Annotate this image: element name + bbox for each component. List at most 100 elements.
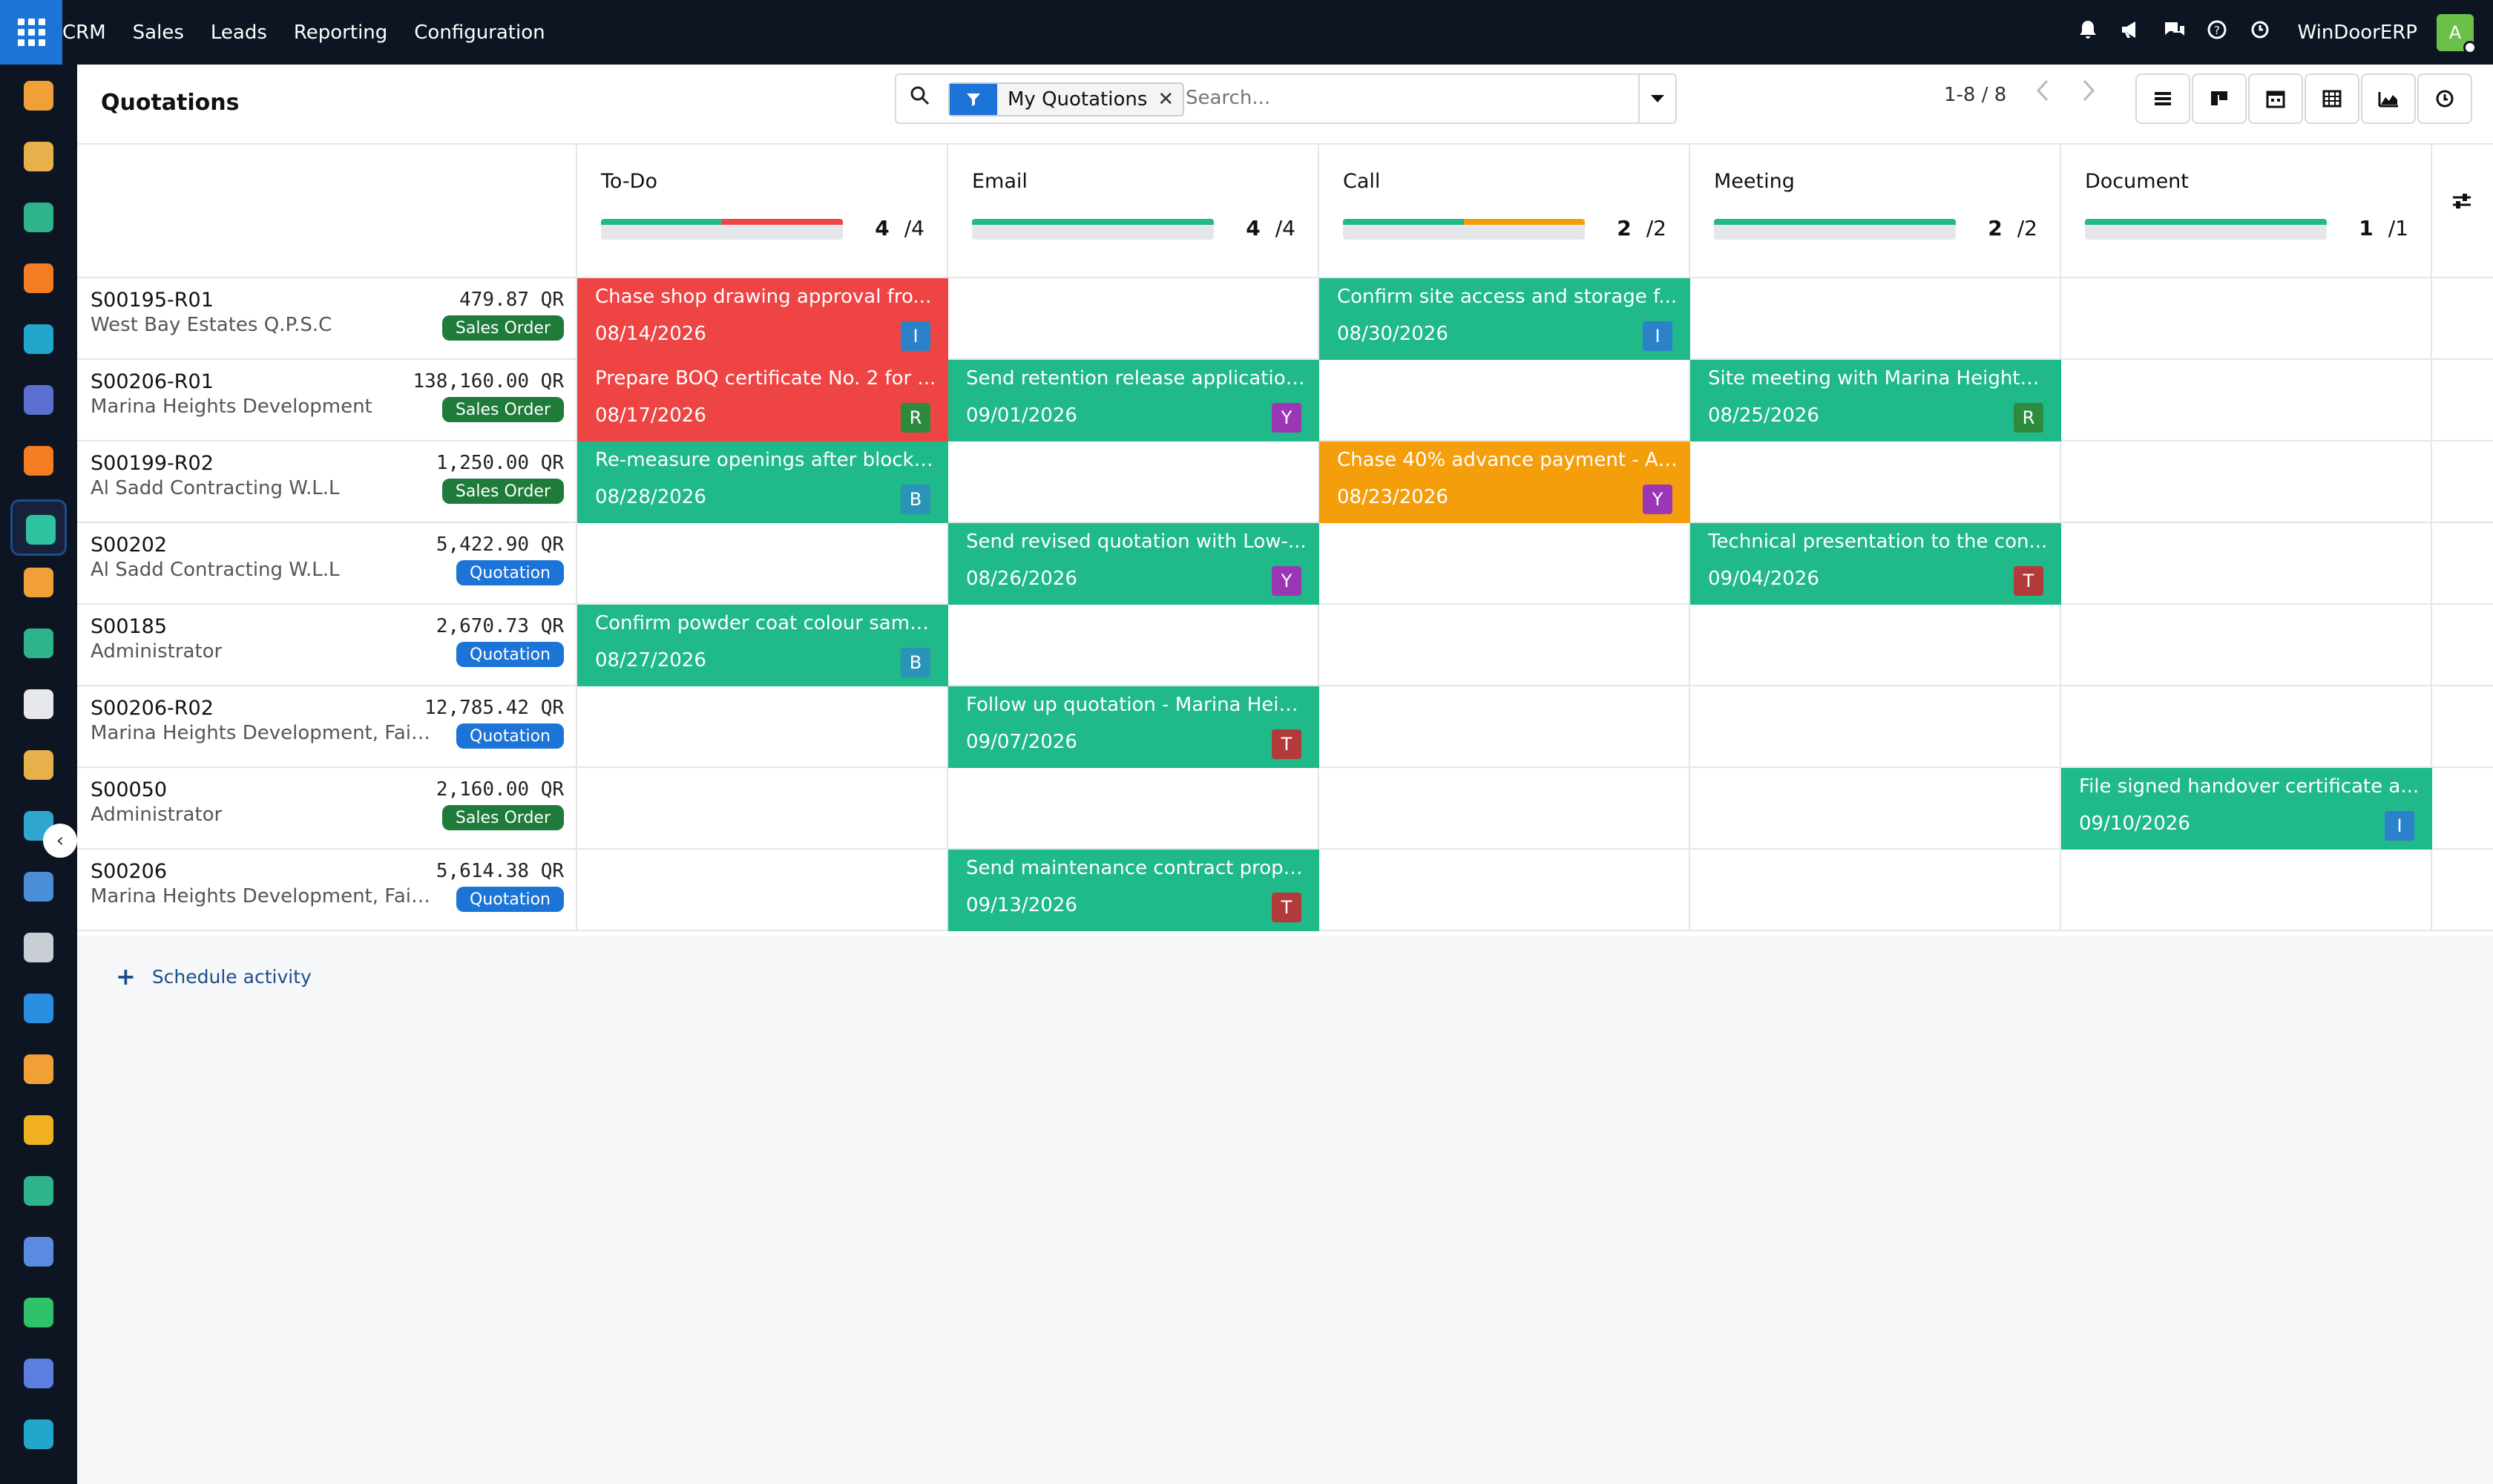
assignee-avatar[interactable]: I [901, 321, 930, 351]
progress-segment[interactable] [722, 219, 843, 225]
progress-segment[interactable] [972, 219, 1214, 225]
record-row-label[interactable]: S00202 5,422.90 QR Al Sadd Contracting W.L… [77, 523, 577, 605]
app-menu-button[interactable] [0, 0, 62, 65]
activity-cell[interactable] [2061, 278, 2432, 360]
search-input[interactable] [1186, 87, 1601, 109]
activity-cell[interactable] [577, 768, 948, 850]
assignee-avatar[interactable]: R [901, 403, 930, 433]
remove-facet-icon[interactable]: ✕ [1157, 88, 1183, 111]
assignee-avatar[interactable]: R [2014, 403, 2043, 433]
record-row-label[interactable]: S00195-R01 479.87 QR West Bay Estates Q.P.… [77, 278, 577, 360]
calendar-icon[interactable] [24, 1115, 53, 1145]
activity-cell[interactable] [577, 523, 948, 605]
activity-cell[interactable] [2061, 441, 2432, 523]
activity-cell[interactable] [1690, 605, 2061, 686]
activity-cell[interactable] [1690, 768, 2061, 850]
activity-cell[interactable] [577, 850, 948, 931]
activity-card[interactable]: Confirm site access and storage f... 08/3… [1319, 278, 1690, 360]
progress-bar[interactable] [601, 219, 843, 240]
activity-card[interactable]: Follow up quotation - Marina Heig... 09/0… [948, 686, 1319, 768]
assignee-avatar[interactable]: Y [1643, 485, 1672, 514]
activity-cell[interactable] [948, 768, 1319, 850]
assignee-avatar[interactable]: B [901, 648, 930, 677]
apps-icon[interactable] [24, 1237, 53, 1267]
documents-icon[interactable] [24, 142, 53, 171]
bell-icon[interactable] [2078, 19, 2098, 45]
company-switcher[interactable]: WinDoorERP [2297, 22, 2417, 44]
activity-card[interactable]: Prepare BOQ certificate No. 2 for ... 08/… [577, 360, 948, 441]
activity-cell[interactable] [2061, 523, 2432, 605]
whatsapp-icon[interactable] [24, 1298, 53, 1327]
sidebar-app-active[interactable] [10, 499, 67, 556]
pager-next-button[interactable] [2080, 78, 2097, 110]
activity-cell[interactable] [948, 278, 1319, 360]
website-alt-icon[interactable] [24, 1419, 53, 1449]
activity-cell[interactable] [1690, 850, 2061, 931]
pager-previous-button[interactable] [2034, 78, 2051, 110]
activity-card[interactable]: Site meeting with Marina Heights ... 08/2… [1690, 360, 2061, 441]
search-icon[interactable] [910, 85, 930, 111]
livechat-icon[interactable] [24, 446, 53, 476]
kanban-view-button[interactable] [2192, 73, 2247, 124]
progress-segment[interactable] [601, 219, 722, 225]
record-row-label[interactable]: S00206 5,614.38 QR Marina Heights Developm… [77, 850, 577, 931]
column-header-document[interactable]: Document 1/1 [2061, 145, 2432, 278]
record-row-label[interactable]: S00199-R02 1,250.00 QR Al Sadd Contracting… [77, 441, 577, 523]
contacts-icon[interactable] [24, 203, 53, 232]
activity-card[interactable]: Technical presentation to the con... 09/0… [1690, 523, 2061, 605]
sliders-icon[interactable] [2451, 191, 2472, 214]
activity-cell[interactable] [1319, 686, 1690, 768]
activity-card[interactable]: Send retention release application... 09/… [948, 360, 1319, 441]
assignee-avatar[interactable]: Y [1272, 403, 1301, 433]
progress-segment[interactable] [1464, 219, 1585, 225]
menu-configuration[interactable]: Configuration [414, 22, 545, 44]
pivot-view-button[interactable] [2305, 73, 2359, 124]
progress-bar[interactable] [972, 219, 1214, 240]
assignee-avatar[interactable]: I [2385, 811, 2414, 841]
activity-cell[interactable] [948, 441, 1319, 523]
graph-view-button[interactable] [2361, 73, 2416, 124]
activity-cell[interactable] [1690, 278, 2061, 360]
activity-cell[interactable] [2061, 605, 2432, 686]
record-row-label[interactable]: S00206-R01 138,160.00 QR Marina Heights De… [77, 360, 577, 441]
column-header-to-do[interactable]: To-Do 4/4 [577, 145, 948, 278]
activity-card[interactable]: Chase shop drawing approval fro... 08/14/… [577, 278, 948, 360]
user-avatar[interactable]: A [2437, 13, 2477, 54]
progress-segment[interactable] [2085, 219, 2327, 225]
search-facet[interactable]: My Quotations ✕ [948, 82, 1185, 116]
search-options-toggle[interactable] [1638, 75, 1675, 122]
dashboards-icon[interactable] [24, 81, 53, 111]
collapse-sidebar-button[interactable]: ‹ [43, 824, 77, 858]
activity-card[interactable]: Confirm powder coat colour samp... 08/27/… [577, 605, 948, 686]
activity-card[interactable]: Send revised quotation with Low-... 08/26… [948, 523, 1319, 605]
megaphone-icon[interactable] [2121, 20, 2141, 45]
progress-segment[interactable] [1343, 219, 1464, 225]
record-row-label[interactable]: S00206-R02 12,785.42 QR Marina Heights Dev… [77, 686, 577, 768]
column-header-meeting[interactable]: Meeting 2/2 [1690, 145, 2061, 278]
assignee-avatar[interactable]: T [1272, 729, 1301, 759]
progress-segment[interactable] [1714, 219, 1956, 225]
record-row-label[interactable]: S00185 2,670.73 QR Administrator Quotation [77, 605, 577, 686]
sign-icon[interactable] [24, 1176, 53, 1206]
activity-cell[interactable] [2061, 850, 2432, 931]
assignee-avatar[interactable]: Y [1272, 566, 1301, 596]
knowledge-icon[interactable] [24, 872, 53, 902]
menu-leads[interactable]: Leads [211, 22, 267, 44]
calendar-view-button[interactable] [2248, 73, 2303, 124]
inventory-icon[interactable] [24, 689, 53, 719]
activity-cell[interactable] [577, 686, 948, 768]
activity-cell[interactable] [1319, 605, 1690, 686]
pager-value[interactable]: 1-8 / 8 [1944, 84, 2006, 106]
progress-bar[interactable] [2085, 219, 2327, 240]
progress-bar[interactable] [1714, 219, 1956, 240]
activity-view-button[interactable] [2417, 73, 2472, 124]
activity-cell[interactable] [2061, 686, 2432, 768]
menu-crm[interactable]: CRM [62, 22, 106, 44]
schedule-activity-button[interactable]: + Schedule activity [116, 962, 312, 991]
column-header-email[interactable]: Email 4/4 [948, 145, 1319, 278]
employees-icon[interactable] [24, 628, 53, 658]
assignee-avatar[interactable]: T [1272, 893, 1301, 922]
menu-reporting[interactable]: Reporting [294, 22, 387, 44]
help-icon[interactable]: ? [2207, 20, 2227, 45]
record-row-label[interactable]: S00050 2,160.00 QR Administrator Sales Orde… [77, 768, 577, 850]
